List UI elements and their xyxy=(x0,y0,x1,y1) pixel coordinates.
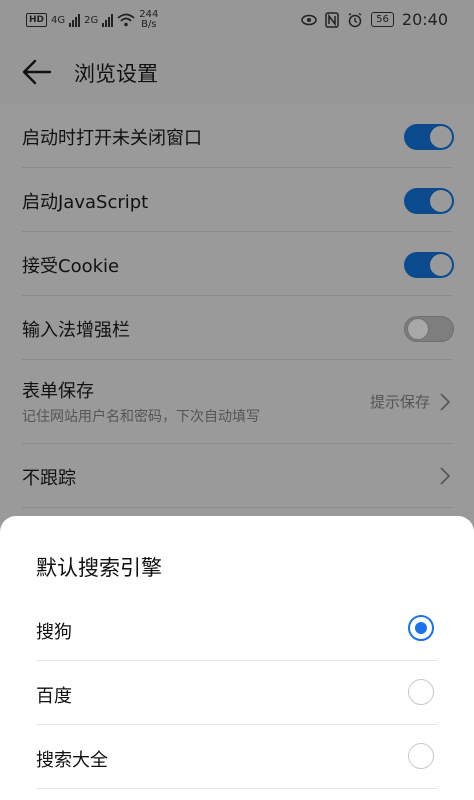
setting-value: 提示保存 xyxy=(369,393,430,411)
sheet-title: 默认搜索引擎 xyxy=(36,556,162,580)
search-engine-option-all[interactable]: 搜索大全 xyxy=(36,726,438,789)
setting-label: 表单保存 xyxy=(22,381,94,402)
toggle-knob xyxy=(407,318,429,340)
option-label: 百度 xyxy=(36,686,72,707)
signal-icon xyxy=(69,13,81,27)
status-left: HD 4G 2G 244 B/s xyxy=(26,10,158,30)
setting-label: 输入法增强栏 xyxy=(22,320,130,341)
status-bar: HD 4G 2G 244 B/s 56 20:40 xyxy=(0,0,474,40)
sim2-label: 2G xyxy=(84,14,99,26)
toggle-knob xyxy=(430,190,452,212)
radio-unselected[interactable] xyxy=(408,743,434,769)
signal-icon-2 xyxy=(102,13,114,27)
back-arrow-icon[interactable] xyxy=(22,58,52,86)
alarm-icon xyxy=(348,12,362,27)
status-right: 56 20:40 xyxy=(301,10,448,29)
settings-list: 启动时打开未关闭窗口 启动JavaScript 接受Cookie 输入法增强栏 … xyxy=(0,104,474,508)
toggle-knob xyxy=(430,126,452,148)
radio-selected[interactable] xyxy=(408,615,434,641)
javascript-toggle[interactable] xyxy=(404,188,454,214)
restore-windows-toggle[interactable] xyxy=(404,124,454,150)
ime-bar-toggle[interactable] xyxy=(404,316,454,342)
radio-unselected[interactable] xyxy=(408,679,434,705)
hd-badge: HD xyxy=(26,13,48,27)
app-bar: 浏览设置 xyxy=(0,40,474,104)
eye-comfort-icon xyxy=(301,14,317,25)
option-label: 搜索大全 xyxy=(36,750,108,771)
setting-ime-bar[interactable]: 输入法增强栏 xyxy=(22,296,454,360)
setting-form-save[interactable]: 表单保存 记住网站用户名和密码，下次自动填写 提示保存 xyxy=(22,360,452,444)
speed-unit: B/s xyxy=(141,19,157,30)
cookie-toggle[interactable] xyxy=(404,252,454,278)
search-engine-option-baidu[interactable]: 百度 xyxy=(36,662,438,725)
setting-label: 接受Cookie xyxy=(22,256,120,277)
page-title: 浏览设置 xyxy=(74,62,158,86)
search-engine-sheet: 默认搜索引擎 搜狗 百度 搜索大全 xyxy=(0,516,474,800)
nfc-icon xyxy=(325,11,339,28)
chevron-right-icon xyxy=(440,393,451,411)
setting-label: 不跟踪 xyxy=(22,468,76,489)
network-speed: 244 B/s xyxy=(139,10,158,30)
toggle-knob xyxy=(430,254,452,276)
setting-subtitle: 记住网站用户名和密码，下次自动填写 xyxy=(22,409,260,425)
wifi-icon xyxy=(117,13,135,27)
sim1-label: 4G xyxy=(51,14,66,26)
battery-icon: 56 xyxy=(371,12,394,27)
chevron-right-icon xyxy=(440,467,451,485)
clock: 20:40 xyxy=(401,10,448,29)
setting-restore-windows[interactable]: 启动时打开未关闭窗口 xyxy=(22,104,454,168)
setting-javascript[interactable]: 启动JavaScript xyxy=(22,168,454,232)
setting-label: 启动时打开未关闭窗口 xyxy=(22,128,202,149)
search-engine-option-sogou[interactable]: 搜狗 xyxy=(36,598,438,661)
setting-do-not-track[interactable]: 不跟踪 xyxy=(22,444,452,508)
setting-cookie[interactable]: 接受Cookie xyxy=(22,232,454,296)
setting-label: 启动JavaScript xyxy=(22,192,149,213)
option-label: 搜狗 xyxy=(36,622,72,643)
